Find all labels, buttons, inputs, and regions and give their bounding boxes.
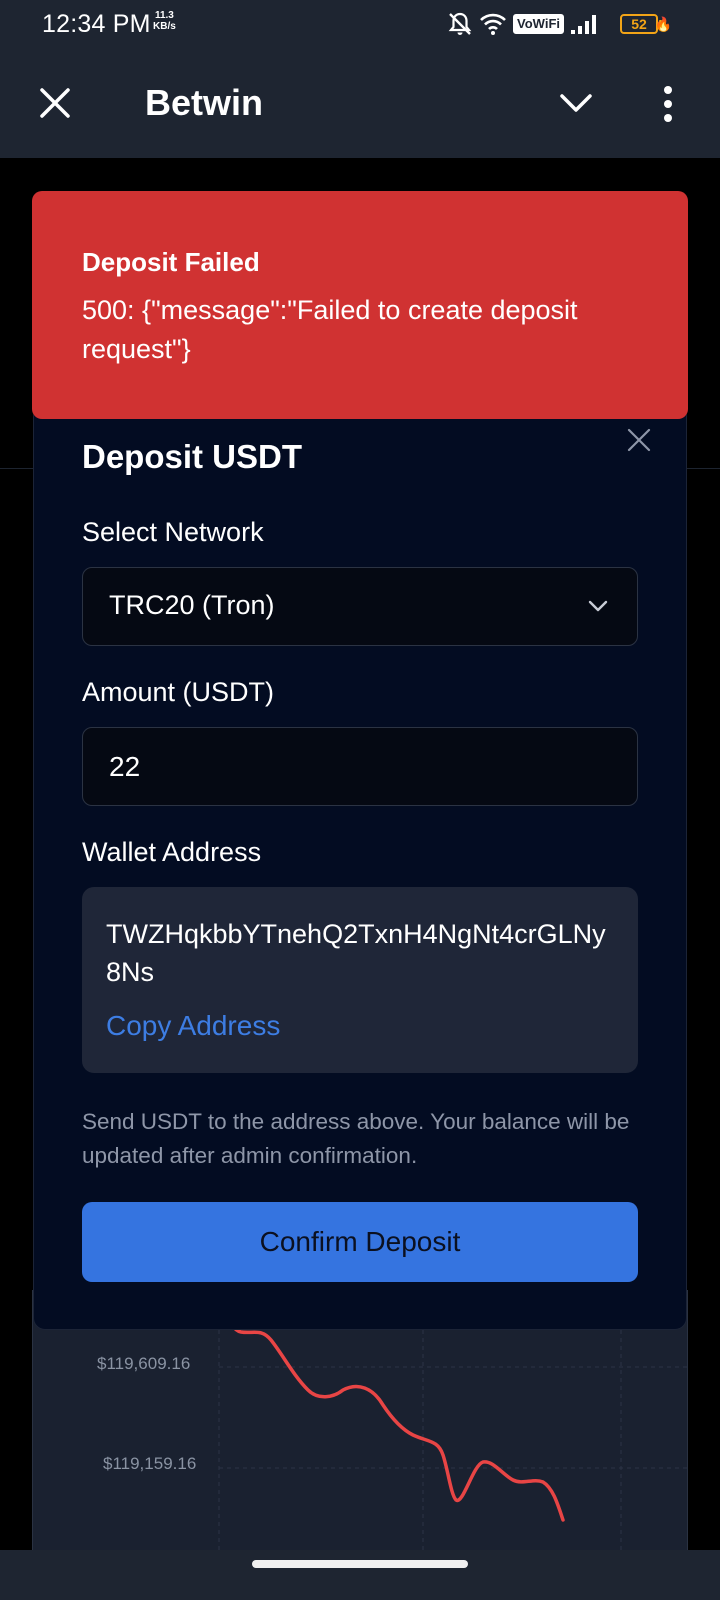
signal-icon bbox=[571, 15, 596, 34]
app-title: Betwin bbox=[145, 82, 264, 123]
toast-message: 500: {"message":"Failed to create deposi… bbox=[82, 295, 578, 364]
price-line bbox=[219, 1298, 565, 1522]
home-gesture-handle[interactable] bbox=[252, 1560, 468, 1568]
confirm-deposit-button[interactable]: Confirm Deposit bbox=[82, 1202, 638, 1282]
network-select-value: TRC20 (Tron) bbox=[109, 590, 275, 620]
price-tick-label: $119,159.16 bbox=[103, 1454, 197, 1473]
battery-icon: 52 bbox=[620, 14, 658, 34]
price-chart bbox=[218, 1290, 689, 1590]
wallet-address-box: TWZHqkbbYTnehQ2TxnH4NgNt4crGLNy8Ns Copy … bbox=[82, 887, 638, 1073]
network-select[interactable]: TRC20 (Tron) bbox=[82, 567, 638, 646]
chevron-down-icon[interactable] bbox=[558, 88, 594, 118]
network-speed-unit: KB/s bbox=[153, 21, 176, 32]
screen: 12:34 PM 11.3 KB/s VoWiFi 52 🔥 Betwin $1… bbox=[0, 0, 720, 1600]
vowifi-badge: VoWiFi bbox=[513, 14, 564, 34]
price-tick-label: $119,609.16 bbox=[97, 1354, 191, 1373]
network-label: Select Network bbox=[82, 517, 264, 547]
app-bar: Betwin bbox=[0, 48, 720, 158]
status-bar: 12:34 PM 11.3 KB/s VoWiFi 52 🔥 bbox=[0, 0, 720, 48]
network-speed: 11.3 KB/s bbox=[153, 10, 176, 32]
network-speed-value: 11.3 bbox=[154, 10, 174, 21]
wifi-icon bbox=[480, 13, 506, 35]
charging-icon: 🔥 bbox=[654, 16, 672, 32]
amount-input[interactable] bbox=[82, 727, 638, 806]
system-nav-bar bbox=[0, 1550, 720, 1600]
modal-close-icon[interactable] bbox=[626, 427, 652, 453]
chevron-down-icon bbox=[588, 600, 608, 612]
wallet-label: Wallet Address bbox=[82, 837, 262, 867]
price-chart-card: $119,609.16 $119,159.16 bbox=[32, 1290, 689, 1590]
close-icon[interactable] bbox=[38, 86, 72, 120]
amount-label: Amount (USDT) bbox=[82, 677, 275, 707]
toast-title: Deposit Failed bbox=[82, 247, 260, 277]
status-icons: VoWiFi bbox=[447, 10, 598, 38]
help-text: Send USDT to the address above. Your bal… bbox=[82, 1109, 630, 1168]
modal-title: Deposit USDT bbox=[82, 438, 303, 475]
wallet-address: TWZHqkbbYTnehQ2TxnH4NgNt4crGLNy8Ns bbox=[106, 919, 606, 987]
more-options-icon[interactable] bbox=[660, 84, 676, 124]
copy-address-link[interactable]: Copy Address bbox=[106, 1010, 280, 1042]
notifications-off-icon bbox=[448, 12, 472, 35]
status-time: 12:34 PM bbox=[42, 10, 151, 38]
error-toast[interactable]: Deposit Failed 500: {"message":"Failed t… bbox=[32, 191, 688, 419]
